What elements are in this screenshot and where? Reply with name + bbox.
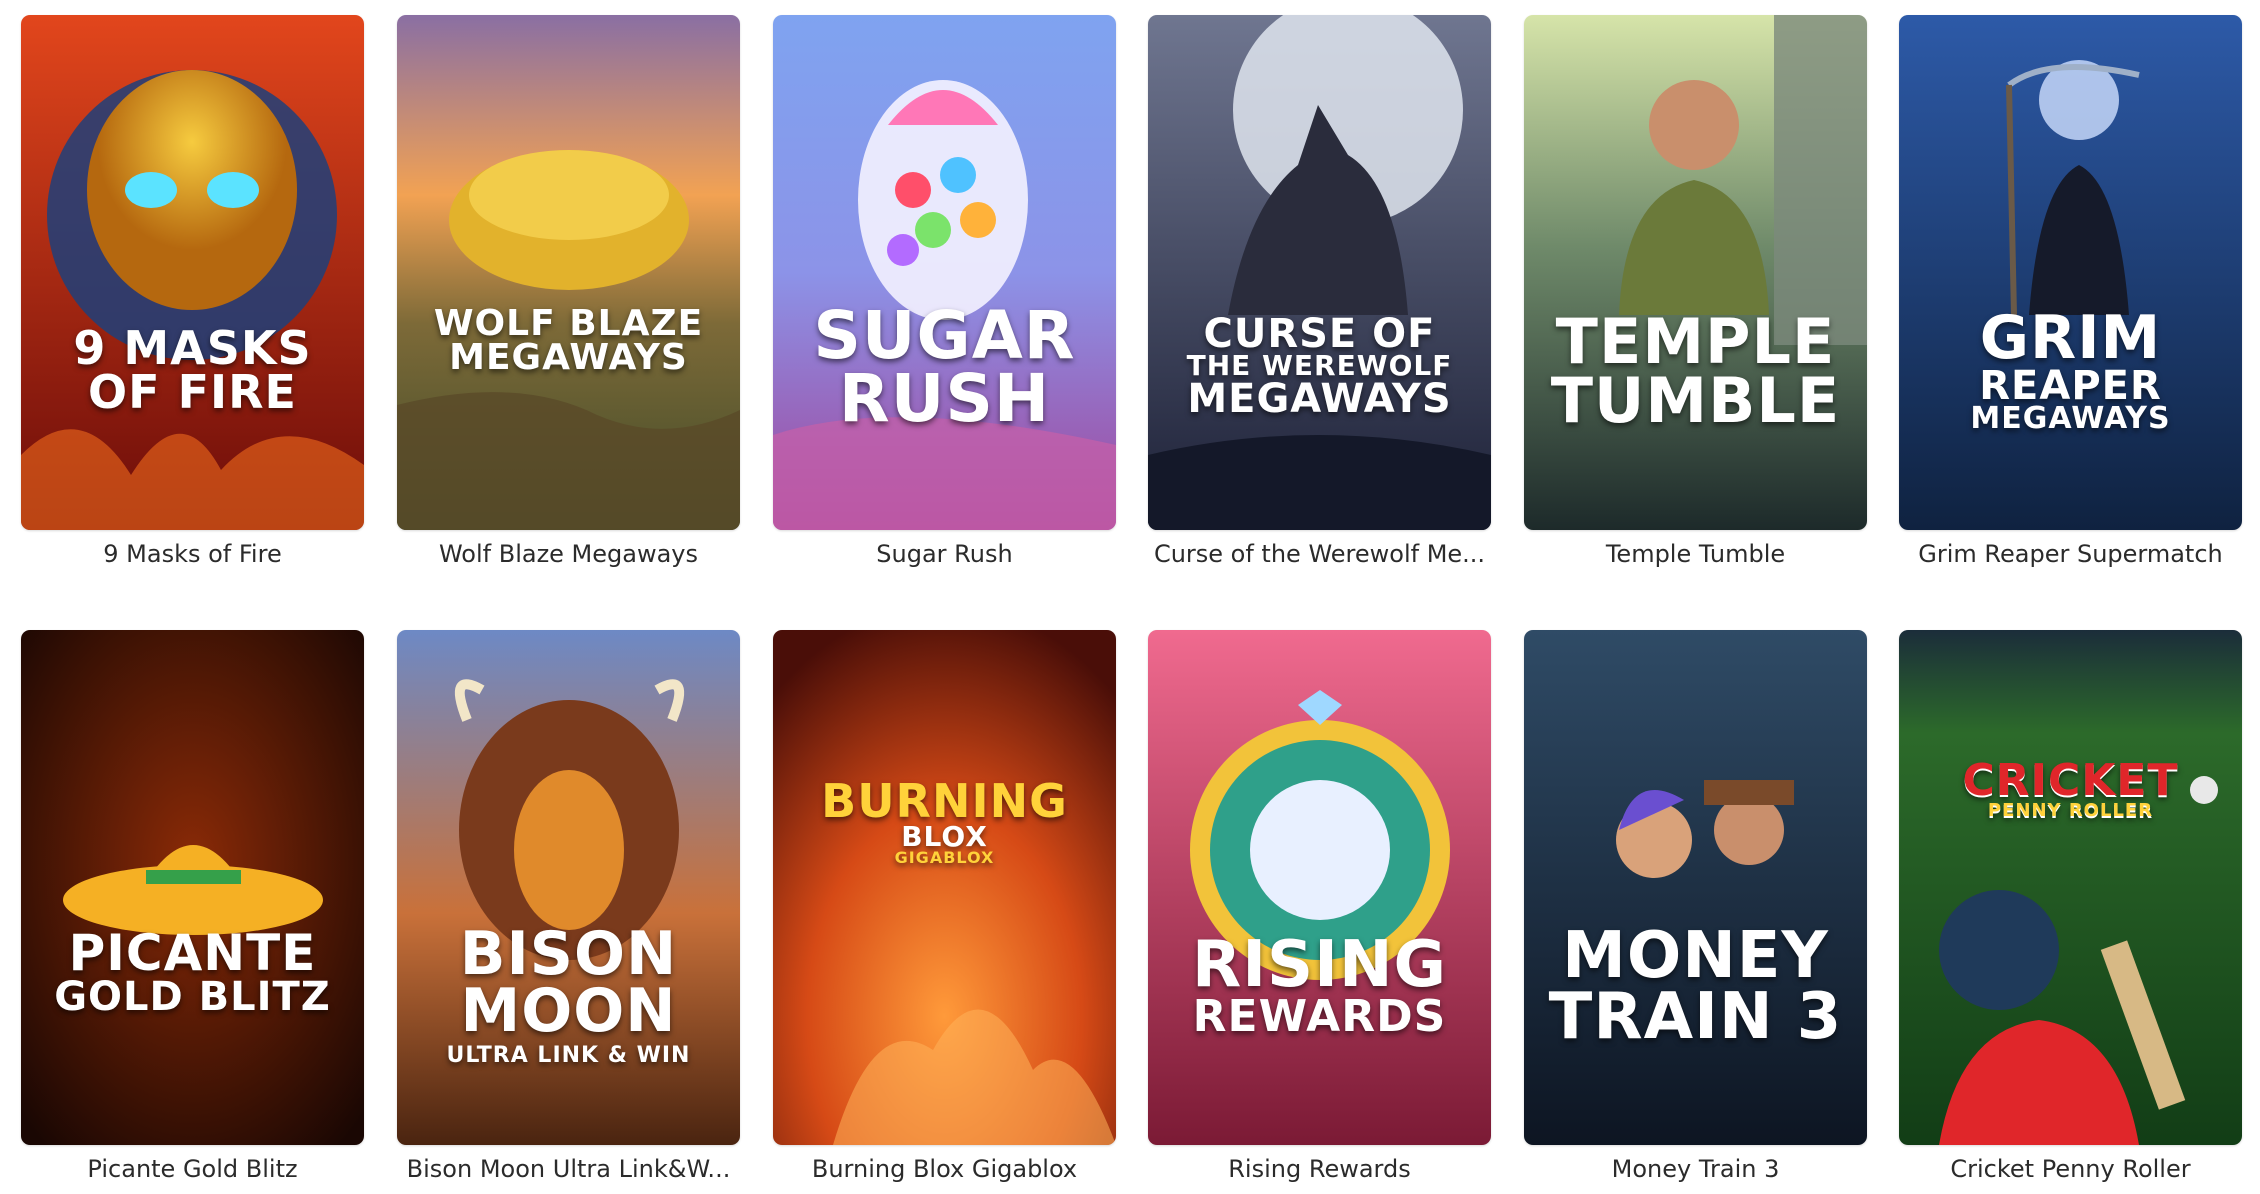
thumbnail-artwork xyxy=(1899,15,2242,530)
game-thumbnail[interactable]: MONEY TRAIN 3 xyxy=(1524,630,1867,1145)
thumbnail-artwork xyxy=(1148,630,1491,1145)
game-card-money-train-3[interactable]: MONEY TRAIN 3 Money Train 3 xyxy=(1524,630,1867,1183)
game-title[interactable]: Grim Reaper Supermatch xyxy=(1899,540,2242,568)
game-card-wolf-blaze-megaways[interactable]: WOLF BLAZE MEGAWAYS Wolf Blaze Megaways xyxy=(397,15,740,568)
game-card-temple-tumble[interactable]: TEMPLE TUMBLE Temple Tumble xyxy=(1524,15,1867,568)
art-title: MONEY TRAIN 3 xyxy=(1548,919,1843,1054)
thumbnail-artwork xyxy=(21,15,364,530)
game-card-grim-reaper[interactable]: GRIM REAPER MEGAWAYS Grim Reaper Superma… xyxy=(1899,15,2242,568)
game-title[interactable]: Money Train 3 xyxy=(1524,1155,1867,1183)
art-title: TEMPLE TUMBLE xyxy=(1550,305,1841,437)
thumbnail-artwork xyxy=(397,15,740,530)
game-card-picante-gold-blitz[interactable]: PICANTE GOLD BLITZ Picante Gold Blitz xyxy=(21,630,364,1183)
game-thumbnail[interactable]: SUGAR RUSH xyxy=(773,15,1116,530)
game-thumbnail[interactable]: GRIM REAPER MEGAWAYS xyxy=(1899,15,2242,530)
art-title: PICANTE GOLD BLITZ xyxy=(54,924,331,1020)
art-title: BISON MOON ULTRA LINK & WIN xyxy=(446,919,691,1068)
thumbnail-artwork xyxy=(1899,630,2242,1145)
thumbnail-artwork xyxy=(773,630,1116,1145)
art-title: GRIM REAPER MEGAWAYS xyxy=(1970,303,2171,436)
thumbnail-artwork xyxy=(21,630,364,1145)
game-thumbnail[interactable]: CRICKET PENNY ROLLER xyxy=(1899,630,2242,1145)
thumbnail-artwork xyxy=(1524,630,1867,1145)
game-title[interactable]: Rising Rewards xyxy=(1148,1155,1491,1183)
game-title[interactable]: Sugar Rush xyxy=(773,540,1116,568)
art-title: SUGAR RUSH xyxy=(813,297,1076,437)
game-title[interactable]: Cricket Penny Roller xyxy=(1899,1155,2242,1183)
art-title: RISING REWARDS xyxy=(1191,928,1448,1042)
art-title: 9 MASKS OF FIRE xyxy=(73,321,312,419)
game-thumbnail[interactable]: CURSE OF THE WEREWOLF MEGAWAYS xyxy=(1148,15,1491,530)
game-thumbnail[interactable]: BISON MOON ULTRA LINK & WIN xyxy=(397,630,740,1145)
art-title: CURSE OF THE WEREWOLF MEGAWAYS xyxy=(1186,311,1453,422)
game-thumbnail[interactable]: BURNING BLOX GIGABLOX xyxy=(773,630,1116,1145)
thumbnail-artwork xyxy=(1148,15,1491,530)
thumbnail-artwork xyxy=(773,15,1116,530)
art-title: WOLF BLAZE MEGAWAYS xyxy=(433,303,704,379)
game-card-burning-blox[interactable]: BURNING BLOX GIGABLOX Burning Blox Gigab… xyxy=(773,630,1116,1183)
game-thumbnail[interactable]: RISING REWARDS xyxy=(1148,630,1491,1145)
game-card-sugar-rush[interactable]: SUGAR RUSH Sugar Rush xyxy=(773,15,1116,568)
art-title: BURNING BLOX GIGABLOX xyxy=(821,774,1068,868)
game-title[interactable]: 9 Masks of Fire xyxy=(21,540,364,568)
art-title: CRICKET PENNY ROLLER xyxy=(1962,755,2179,821)
game-thumbnail[interactable]: 9 MASKS OF FIRE xyxy=(21,15,364,530)
game-title[interactable]: Picante Gold Blitz xyxy=(21,1155,364,1183)
game-card-9-masks-of-fire[interactable]: 9 MASKS OF FIRE 9 Masks of Fire xyxy=(21,15,364,568)
game-title[interactable]: Temple Tumble xyxy=(1524,540,1867,568)
game-title[interactable]: Bison Moon Ultra Link&W... xyxy=(397,1155,740,1183)
game-card-bison-moon[interactable]: BISON MOON ULTRA LINK & WIN Bison Moon U… xyxy=(397,630,740,1183)
game-title[interactable]: Curse of the Werewolf Me... xyxy=(1148,540,1491,568)
game-card-rising-rewards[interactable]: RISING REWARDS Rising Rewards xyxy=(1148,630,1491,1183)
thumbnail-artwork xyxy=(1524,15,1867,530)
game-card-curse-of-the-werewolf[interactable]: CURSE OF THE WEREWOLF MEGAWAYS Curse of … xyxy=(1148,15,1491,568)
game-thumbnail[interactable]: PICANTE GOLD BLITZ xyxy=(21,630,364,1145)
game-grid: 9 MASKS OF FIRE 9 Masks of Fire WOLF BLA… xyxy=(0,0,2260,1194)
game-card-cricket-penny-roller[interactable]: CRICKET PENNY ROLLER Cricket Penny Rolle… xyxy=(1899,630,2242,1183)
game-title[interactable]: Wolf Blaze Megaways xyxy=(397,540,740,568)
game-thumbnail[interactable]: WOLF BLAZE MEGAWAYS xyxy=(397,15,740,530)
game-thumbnail[interactable]: TEMPLE TUMBLE xyxy=(1524,15,1867,530)
game-title[interactable]: Burning Blox Gigablox xyxy=(773,1155,1116,1183)
